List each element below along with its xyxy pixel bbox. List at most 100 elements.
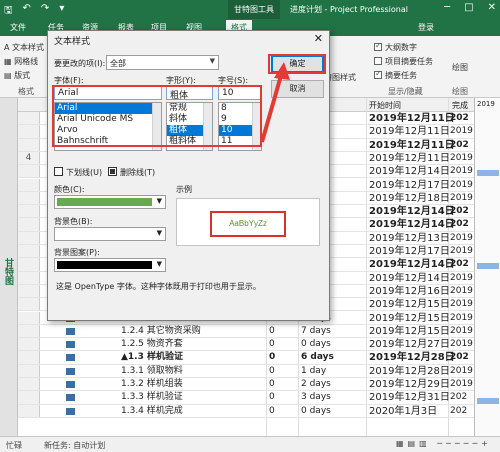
drawing-button[interactable]: 绘图: [452, 62, 468, 73]
font-note: 这是 OpenType 字体。这种字体既用于打印也用于显示。: [56, 282, 261, 291]
duration: 1 day: [301, 365, 327, 376]
layout-button[interactable]: ▤ 版式: [4, 70, 30, 81]
table-row[interactable]: 1.2.5 物资齐套 0 0 days 2019年12月27日 2019: [18, 338, 500, 352]
bg-color-select[interactable]: ▼: [54, 227, 166, 241]
bg-pattern-select[interactable]: ▼: [54, 258, 166, 272]
item-to-change-select[interactable]: 全部 ▼: [106, 55, 219, 70]
color-select[interactable]: ▼: [54, 195, 166, 209]
table-row[interactable]: 1.2.4 其它物资采购 0 7 days 2019年12月15日 2019: [18, 324, 500, 339]
close-window-button[interactable]: ✕: [488, 2, 496, 13]
finish-date: 2019: [450, 152, 473, 163]
row-number: [18, 205, 40, 218]
finish-date: 202: [450, 352, 469, 363]
minimize-button[interactable]: ─: [444, 2, 450, 13]
row-number: [18, 138, 40, 151]
table-row[interactable]: 1.3.1 领取物料 0 1 day 2019年12月28日 2019: [18, 364, 500, 378]
table-row[interactable]: ▲1.3 样机验证 0 6 days 2019年12月28日 202: [18, 351, 500, 365]
project-summary-label: 项目摘要任务: [385, 57, 433, 66]
gantt-bar[interactable]: [477, 170, 499, 176]
finish-date: 2019: [450, 379, 473, 389]
outline-number-checkbox[interactable]: 大纲数字: [374, 41, 417, 53]
finish-date: 2019: [450, 179, 473, 190]
start-date: 2019年12月11日: [369, 139, 455, 151]
start-date: 2019年12月14日: [369, 166, 450, 178]
restore-button[interactable]: □: [464, 2, 473, 13]
start-date: 2019年12月14日: [369, 272, 450, 284]
undo-icon[interactable]: ↶: [23, 3, 31, 20]
finish-date: 202: [450, 113, 469, 123]
finish-date: 2019: [450, 325, 473, 336]
task-name: 1.2.5 物资齐套: [121, 339, 183, 350]
header-finish[interactable]: 完成: [452, 100, 468, 111]
font-selection-highlight: [52, 85, 262, 147]
save-icon[interactable]: 🖫: [4, 3, 13, 20]
duration: 2 days: [301, 379, 331, 389]
row-number: [18, 378, 40, 391]
gantt-year-label: 2019: [477, 100, 495, 108]
window-title: 进度计划 - Project Professional: [290, 5, 408, 14]
task-name: 1.3.2 样机组装: [121, 379, 183, 389]
chevron-down-icon: ▼: [156, 260, 162, 268]
gantt-view-label: 甘特图: [3, 258, 13, 285]
tab-file[interactable]: 文件: [10, 22, 26, 33]
checkbox-icon: [54, 167, 63, 176]
finish-date: 2019: [450, 365, 473, 376]
summary-task-checkbox[interactable]: 摘要任务: [374, 69, 417, 81]
finish-date: 2019: [450, 285, 473, 296]
header-start[interactable]: 开始时间: [369, 100, 401, 111]
finish-date: 202: [450, 405, 468, 416]
underline-checkbox[interactable]: 下划线(U): [54, 167, 102, 178]
row-number: [18, 338, 40, 351]
table-row[interactable]: 1.3.4 样机完成 0 0 days 2020年1月3日 202: [18, 404, 500, 418]
start-date: 2019年12月13日: [369, 232, 450, 244]
dialog-close-button[interactable]: ✕: [314, 32, 323, 45]
redo-icon[interactable]: ↷: [41, 3, 49, 20]
gridlines-button[interactable]: ▦ 网格线: [4, 56, 38, 67]
task-mode-icon: [66, 327, 75, 335]
underline-label: 下划线(U): [66, 168, 103, 177]
text-style-label: 文本样式: [12, 43, 45, 52]
row-number: [18, 191, 40, 205]
row-number: [18, 351, 40, 364]
gantt-chart-area[interactable]: 2019: [474, 98, 500, 436]
start-date: 2019年12月27日: [369, 339, 450, 351]
project-summary-checkbox[interactable]: 项目摘要任务: [374, 56, 433, 67]
dialog-title: 文本样式: [54, 37, 91, 47]
customize-qat-icon[interactable]: ▾: [59, 3, 64, 20]
gridlines-label: 网格线: [14, 57, 39, 66]
finish-date: 2019: [450, 299, 473, 310]
finish-date: 2019: [450, 166, 473, 177]
finish-date: 2019: [450, 339, 473, 350]
strikethrough-checkbox[interactable]: 删除线(T): [108, 167, 155, 178]
start-date: 2019年12月11日: [369, 126, 450, 138]
row-number: [18, 231, 40, 244]
gantt-bar[interactable]: [477, 263, 499, 269]
row-number: [18, 258, 40, 271]
table-row[interactable]: 1.3.3 样机验证 0 3 days 2019年12月31日 202: [18, 391, 500, 405]
task-mode-icon: [66, 394, 75, 402]
checkbox-icon: [374, 57, 382, 65]
text-style-button[interactable]: A 文本样式: [4, 42, 44, 53]
percent-complete: 0: [269, 352, 276, 363]
row-number: [18, 284, 40, 298]
item-to-change-value: 全部: [110, 59, 126, 68]
new-task-mode[interactable]: 新任务: 自动计划: [44, 440, 105, 451]
layout-label: 版式: [14, 71, 31, 80]
finish-date: 2019: [450, 232, 473, 243]
login-link[interactable]: 登录: [418, 22, 434, 33]
duration: 0 days: [301, 405, 331, 416]
checkbox-icon: [374, 69, 382, 79]
finish-date: 2019: [450, 192, 473, 203]
finish-date: 2019: [450, 246, 473, 256]
task-name: 1.3.3 样机验证: [121, 392, 183, 403]
color-label: 颜色(C):: [54, 185, 85, 194]
sample-text: AaBbYyZz: [210, 211, 286, 237]
duration: 6 days: [301, 352, 334, 363]
finish-date: 202: [450, 139, 469, 150]
view-shortcuts[interactable]: ▦▤▥ ─────+: [396, 439, 492, 448]
window-controls: ─ □ ✕: [444, 2, 496, 13]
table-row[interactable]: 1.3.2 样机组装 0 2 days 2019年12月29日 2019: [18, 378, 500, 392]
start-date: 2020年1月3日: [369, 405, 438, 417]
gantt-bar[interactable]: [477, 398, 499, 404]
duration: 7 days: [301, 325, 331, 336]
